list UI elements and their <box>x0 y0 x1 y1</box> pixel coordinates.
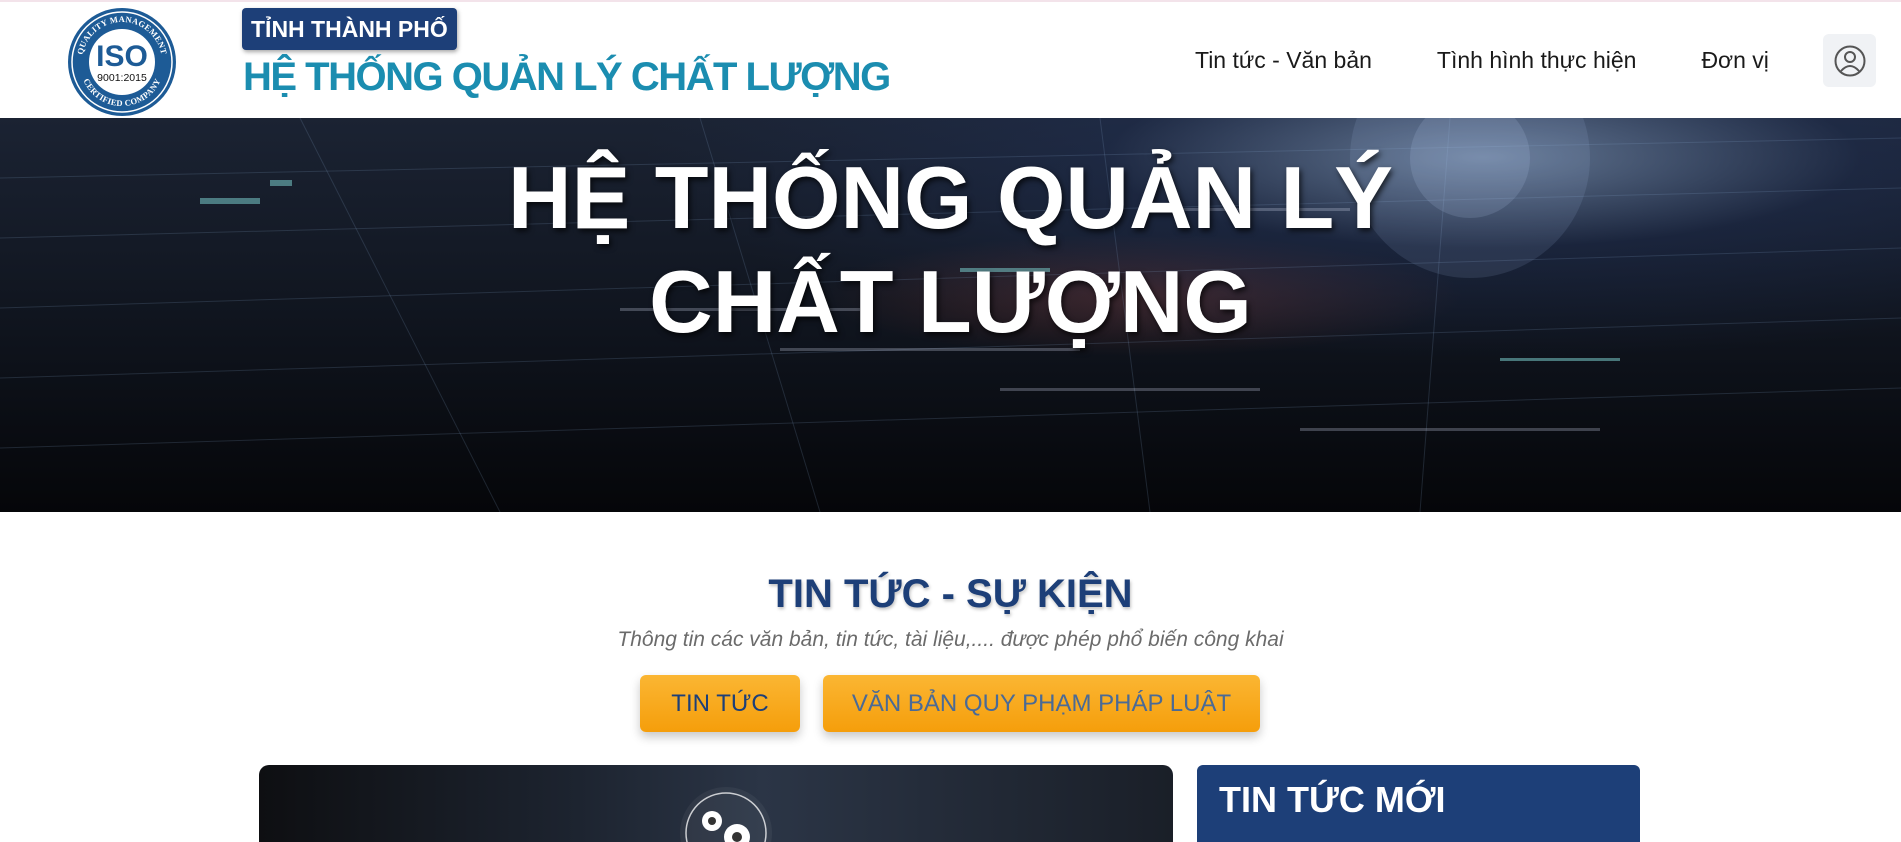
tab-legal-documents[interactable]: VĂN BẢN QUY PHẠM PHÁP LUẬT <box>823 675 1260 732</box>
latest-news-title: TIN TỨC MỚI <box>1219 779 1446 820</box>
section-subtitle: Thông tin các văn bản, tin tức, tài liệu… <box>617 628 1284 651</box>
iso-standard-text: 9001:2015 <box>97 72 147 84</box>
nav-item-units[interactable]: Đơn vị <box>1701 47 1768 74</box>
section-title: TIN TỨC - SỰ KIỆN <box>768 572 1133 616</box>
latest-news-panel: TIN TỨC MỚI <box>1197 765 1640 842</box>
iso-logo[interactable]: QUALITY MANAGEMENT CERTIFIED COMPANY ISO… <box>66 6 178 118</box>
tab-news[interactable]: TIN TỨC <box>640 675 800 732</box>
nav-item-news-documents[interactable]: Tin tức - Văn bản <box>1195 47 1372 74</box>
user-account-button[interactable] <box>1823 34 1876 87</box>
nav-item-implementation-status[interactable]: Tình hình thực hiện <box>1437 47 1637 74</box>
iso-main-text: ISO <box>96 40 148 73</box>
hero-title-line-2: CHẤT LƯỢNG <box>649 252 1252 351</box>
featured-news-image <box>680 787 772 842</box>
hero-banner: HỆ THỐNG QUẢN LÝ CHẤT LƯỢNG <box>0 118 1901 512</box>
brand-tag: TỈNH THÀNH PHỐ <box>242 8 457 50</box>
brand-title[interactable]: HỆ THỐNG QUẢN LÝ CHẤT LƯỢNG <box>243 52 891 102</box>
hero-title-line-1: HỆ THỐNG QUẢN LÝ <box>508 148 1393 247</box>
main-nav: Tin tức - Văn bản Tình hình thực hiện Đơ… <box>1195 42 1769 78</box>
user-circle-icon <box>1834 45 1865 76</box>
hero-title: HỆ THỐNG QUẢN LÝ CHẤT LƯỢNG <box>0 146 1901 354</box>
featured-news-card[interactable] <box>259 765 1173 842</box>
site-header: QUALITY MANAGEMENT CERTIFIED COMPANY ISO… <box>0 0 1901 118</box>
